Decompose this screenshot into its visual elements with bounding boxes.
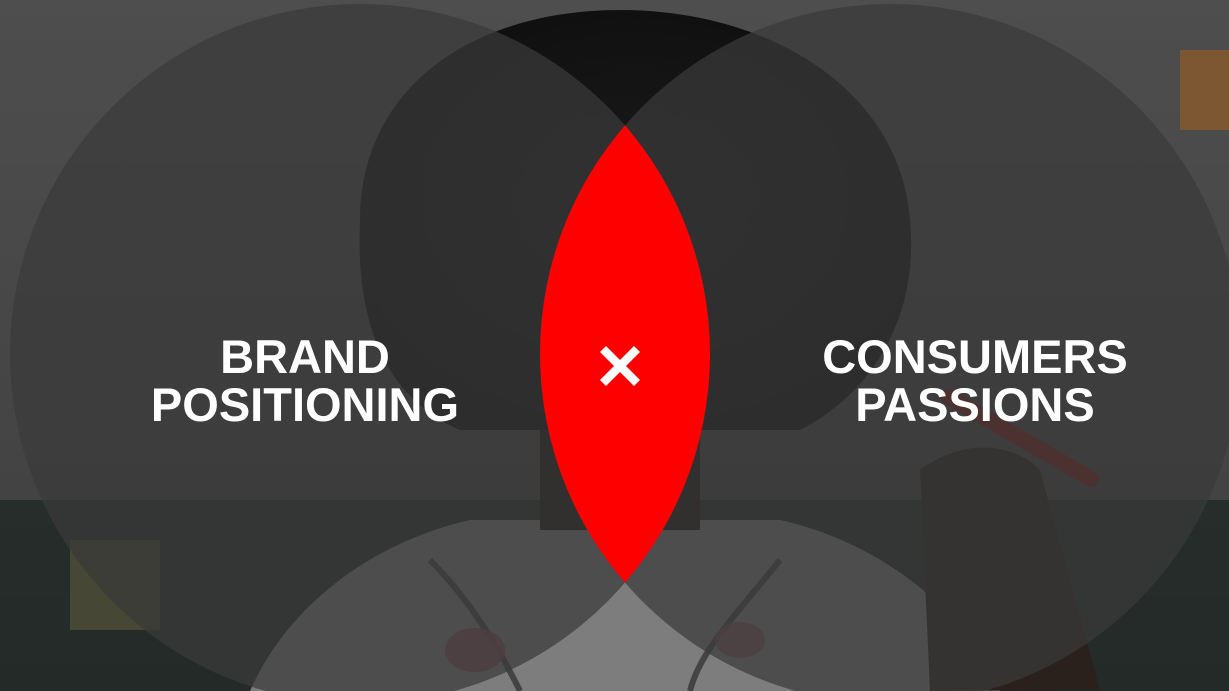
- right-circle-label: CONSUMERS PASSIONS: [770, 333, 1180, 429]
- left-label-line2: POSITIONING: [150, 378, 460, 431]
- times-icon: [600, 346, 640, 386]
- left-label-line1: BRAND: [220, 330, 390, 383]
- left-circle-label: BRAND POSITIONING: [100, 333, 510, 429]
- right-label-line1: CONSUMERS: [822, 330, 1128, 383]
- slide: BRAND POSITIONING CONSUMERS PASSIONS: [0, 0, 1229, 691]
- right-label-line2: PASSIONS: [855, 378, 1095, 431]
